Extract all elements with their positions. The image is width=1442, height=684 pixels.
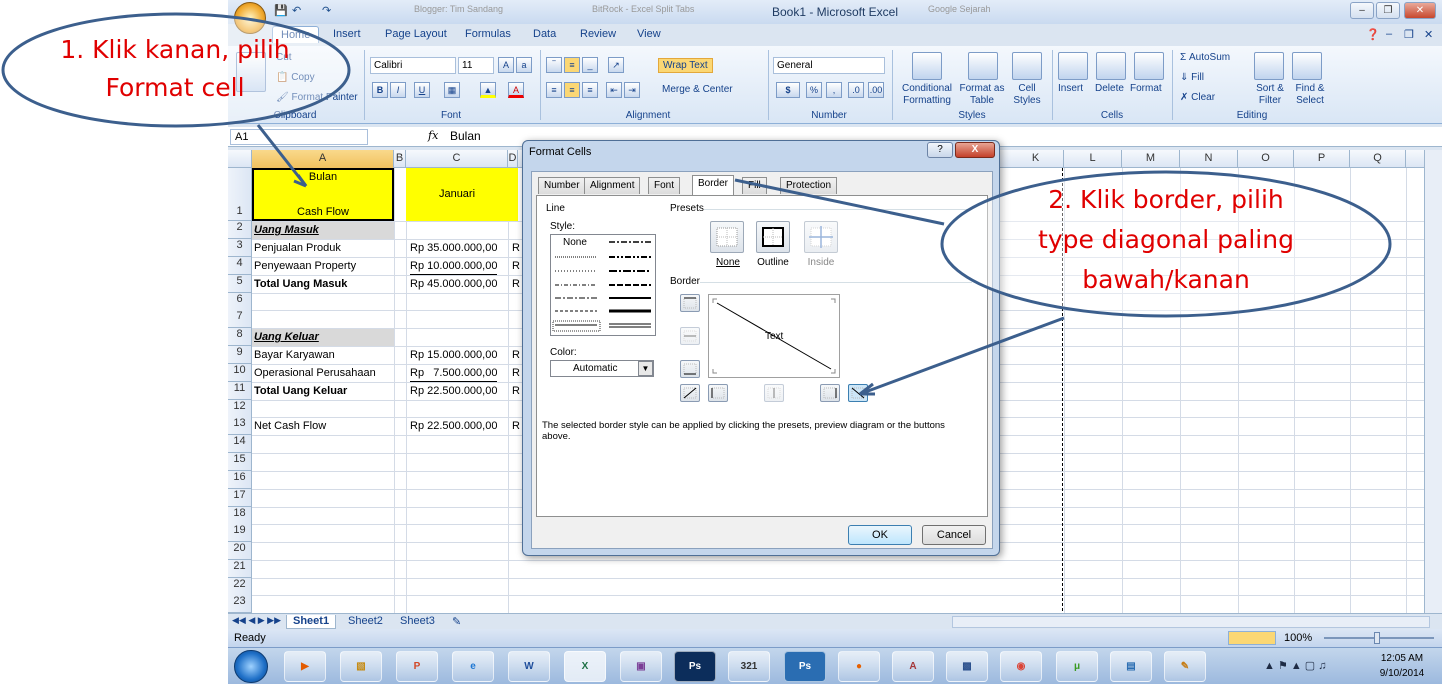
callout-2-line2: type diagonal paling (1038, 225, 1294, 254)
callout-2-pointer-button (859, 316, 1065, 396)
callout-2-line1: 2. Klik border, pilih (1048, 185, 1284, 214)
callout-1-line1: 1. Klik kanan, pilih (60, 35, 290, 64)
callout-2-line3: bawah/kanan (1082, 265, 1250, 294)
callout-2: 2. Klik border, pilih type diagonal pali… (938, 170, 1394, 320)
callout-1-line2: Format cell (105, 73, 245, 102)
callout-2-pointer-tab (734, 178, 945, 226)
callout-1: 1. Klik kanan, pilih Format cell (0, 12, 350, 130)
